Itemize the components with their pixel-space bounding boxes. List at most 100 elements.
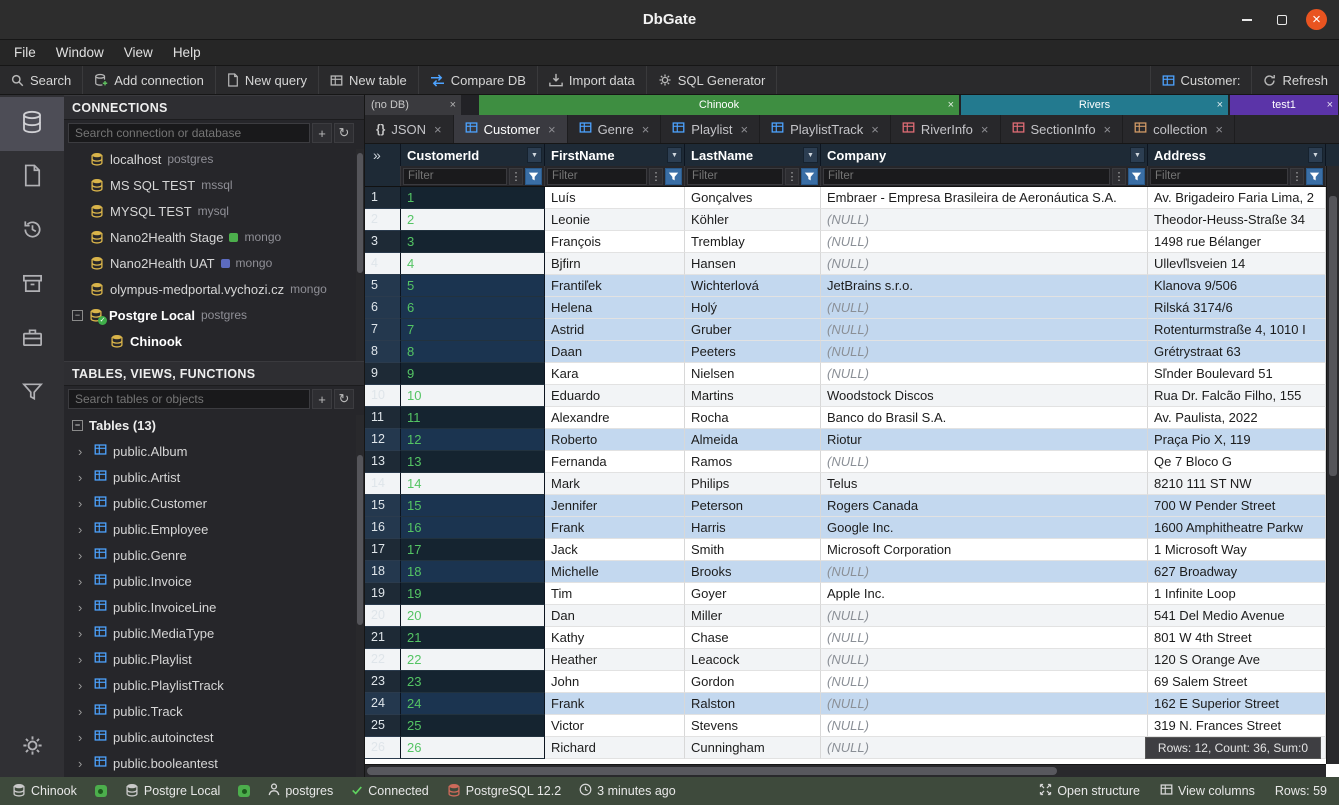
grid-cell-address[interactable]: Sľnder Boulevard 51: [1148, 363, 1326, 385]
grid-cell-lastname[interactable]: Martins: [685, 385, 821, 407]
row-number-cell[interactable]: 23: [365, 671, 401, 693]
grid-cell-firstname[interactable]: Luís: [545, 187, 685, 209]
view-columns-button[interactable]: View columns: [1160, 783, 1255, 799]
grid-cell-firstname[interactable]: Michelle: [545, 561, 685, 583]
grid-cell-company[interactable]: Woodstock Discos: [821, 385, 1148, 407]
grid-cell-lastname[interactable]: Goyer: [685, 583, 821, 605]
row-number-cell[interactable]: 14: [365, 473, 401, 495]
grid-cell-firstname[interactable]: Jack: [545, 539, 685, 561]
grid-cell-customerid[interactable]: 7: [401, 319, 545, 341]
grid-cell-firstname[interactable]: Victor: [545, 715, 685, 737]
row-number-cell[interactable]: 18: [365, 561, 401, 583]
toolbar-search[interactable]: Search: [0, 66, 83, 94]
grid-cell-firstname[interactable]: Richard: [545, 737, 685, 759]
tables-search-input[interactable]: [68, 389, 310, 409]
close-icon[interactable]: ×: [1217, 99, 1223, 111]
row-number-cell[interactable]: 25: [365, 715, 401, 737]
grid-cell-firstname[interactable]: François: [545, 231, 685, 253]
column-menu-icon[interactable]: ▼: [1308, 147, 1323, 163]
grid-cell-customerid[interactable]: 8: [401, 341, 545, 363]
close-icon[interactable]: ×: [1215, 122, 1223, 137]
menu-window[interactable]: Window: [46, 45, 114, 60]
grid-cell-lastname[interactable]: Köhler: [685, 209, 821, 231]
close-button[interactable]: ×: [1306, 9, 1327, 30]
grid-cell-company[interactable]: (NULL): [821, 627, 1148, 649]
grid-cell-address[interactable]: 627 Broadway: [1148, 561, 1326, 583]
grid-cell-firstname[interactable]: Dan: [545, 605, 685, 627]
table-item-public-mediatype[interactable]: ›public.MediaType: [64, 620, 364, 646]
minimize-button[interactable]: [1236, 9, 1257, 30]
grid-cell-company[interactable]: (NULL): [821, 649, 1148, 671]
table-item-public-invoiceline[interactable]: ›public.InvoiceLine: [64, 594, 364, 620]
grid-cell-customerid[interactable]: 20: [401, 605, 545, 627]
grid-cell-firstname[interactable]: Helena: [545, 297, 685, 319]
grid-cell-lastname[interactable]: Ramos: [685, 451, 821, 473]
grid-cell-company[interactable]: Telus: [821, 473, 1148, 495]
grid-cell-lastname[interactable]: Brooks: [685, 561, 821, 583]
row-number-cell[interactable]: 17: [365, 539, 401, 561]
grid-cell-customerid[interactable]: 19: [401, 583, 545, 605]
column-menu-icon[interactable]: ▼: [1130, 147, 1145, 163]
grid-cell-company[interactable]: Google Inc.: [821, 517, 1148, 539]
grid-cell-company[interactable]: (NULL): [821, 319, 1148, 341]
tables-scrollbar[interactable]: [356, 415, 364, 777]
grid-cell-lastname[interactable]: Harris: [685, 517, 821, 539]
grid-cell-address[interactable]: 1 Infinite Loop: [1148, 583, 1326, 605]
add-table-button[interactable]: +: [312, 389, 332, 409]
grid-cell-company[interactable]: (NULL): [821, 737, 1148, 759]
toolbar-new-query[interactable]: New query: [216, 66, 319, 94]
grid-cell-firstname[interactable]: Mark: [545, 473, 685, 495]
menu-file[interactable]: File: [4, 45, 46, 60]
row-number-cell[interactable]: 9: [365, 363, 401, 385]
grid-cell-address[interactable]: 1600 Amphitheatre Parkw: [1148, 517, 1326, 539]
grid-cell-customerid[interactable]: 13: [401, 451, 545, 473]
grid-cell-lastname[interactable]: Gonçalves: [685, 187, 821, 209]
grid-cell-lastname[interactable]: Smith: [685, 539, 821, 561]
grid-cell-lastname[interactable]: Miller: [685, 605, 821, 627]
grid-cell-lastname[interactable]: Cunningham: [685, 737, 821, 759]
grid-cell-lastname[interactable]: Peterson: [685, 495, 821, 517]
maximize-button[interactable]: [1271, 9, 1292, 30]
connections-search-input[interactable]: [68, 123, 310, 143]
column-menu-icon[interactable]: ▼: [803, 147, 818, 163]
row-number-cell[interactable]: 19: [365, 583, 401, 605]
grid-cell-customerid[interactable]: 26: [401, 737, 545, 759]
grid-cell-lastname[interactable]: Philips: [685, 473, 821, 495]
row-number-cell[interactable]: 12: [365, 429, 401, 451]
chevron-right-icon[interactable]: ›: [78, 600, 88, 615]
menu-view[interactable]: View: [114, 45, 163, 60]
grid-cell-address[interactable]: Qe 7 Bloco G: [1148, 451, 1326, 473]
column-header-address[interactable]: Address▼: [1148, 144, 1326, 166]
row-number-cell[interactable]: 26: [365, 737, 401, 759]
grid-cell-customerid[interactable]: 14: [401, 473, 545, 495]
toolbar-add-connection[interactable]: Add connection: [83, 66, 216, 94]
funnel-icon[interactable]: [1128, 168, 1145, 185]
activity-filter-button[interactable]: [0, 367, 64, 421]
column-header-company[interactable]: Company▼: [821, 144, 1148, 166]
filter-input-lastname[interactable]: [687, 168, 783, 185]
tables-group[interactable]: − Tables (13): [64, 412, 364, 438]
filter-menu-icon[interactable]: ⋮: [785, 168, 799, 185]
chevron-right-icon[interactable]: ›: [78, 730, 88, 745]
funnel-icon[interactable]: [665, 168, 682, 185]
table-item-public-employee[interactable]: ›public.Employee: [64, 516, 364, 542]
row-number-cell[interactable]: 11: [365, 407, 401, 429]
activity-files-button[interactable]: [0, 151, 64, 205]
grid-cell-firstname[interactable]: Frank: [545, 693, 685, 715]
grid-cell-firstname[interactable]: John: [545, 671, 685, 693]
grid-cell-address[interactable]: Av. Brigadeiro Faria Lima, 2: [1148, 187, 1326, 209]
grid-cell-company[interactable]: JetBrains s.r.o.: [821, 275, 1148, 297]
filter-menu-icon[interactable]: ⋮: [509, 168, 523, 185]
grid-cell-customerid[interactable]: 4: [401, 253, 545, 275]
tab-playlist[interactable]: Playlist×: [661, 115, 760, 143]
column-header-customerid[interactable]: CustomerId▼: [401, 144, 545, 166]
grid-horizontal-scrollbar[interactable]: [365, 764, 1326, 777]
activity-archive-button[interactable]: [0, 259, 64, 313]
filter-menu-icon[interactable]: ⋮: [1112, 168, 1126, 185]
chevron-right-icon[interactable]: ›: [78, 704, 88, 719]
row-number-cell[interactable]: 7: [365, 319, 401, 341]
close-icon[interactable]: ×: [871, 122, 879, 137]
add-connection-button[interactable]: +: [312, 123, 332, 143]
chevron-right-icon[interactable]: ›: [78, 626, 88, 641]
grid-cell-address[interactable]: 801 W 4th Street: [1148, 627, 1326, 649]
